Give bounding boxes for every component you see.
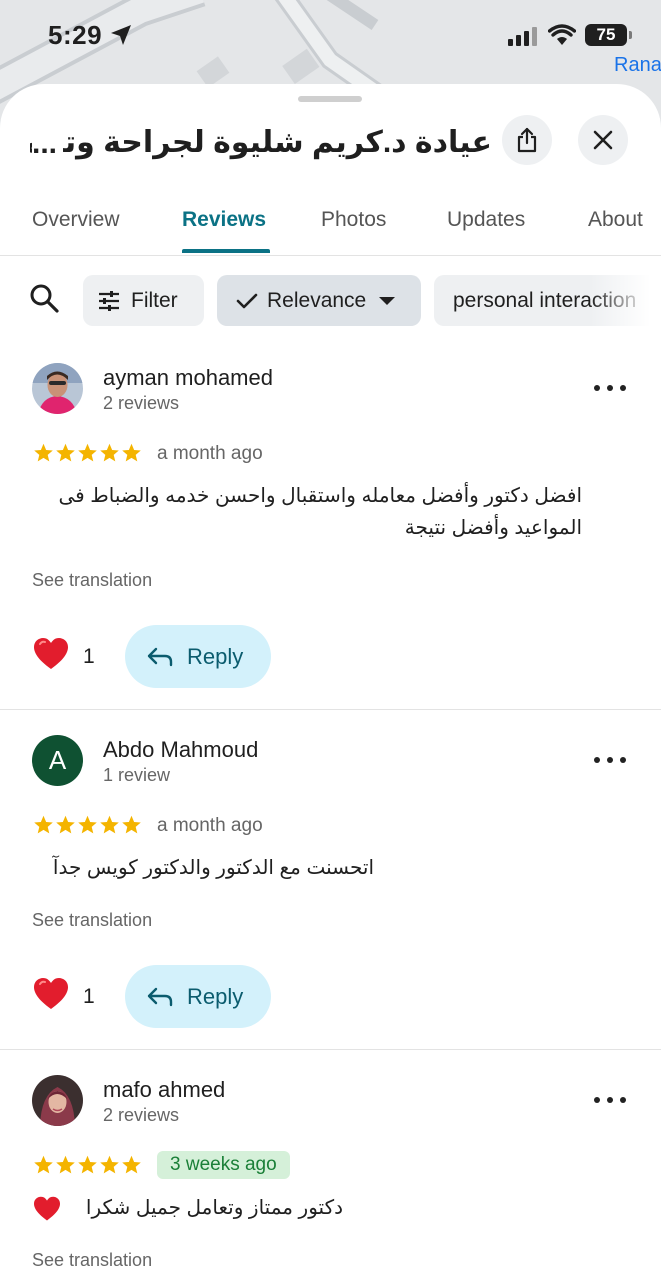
- sliders-icon: [99, 290, 119, 311]
- avatar[interactable]: [32, 1075, 83, 1126]
- filter-chip-label: Filter: [131, 288, 178, 312]
- review-text: دكتور ممتاز وتعامل جميل شكرا: [85, 1197, 343, 1219]
- star-icon: [122, 1155, 141, 1174]
- filter-chip[interactable]: Filter: [83, 275, 204, 326]
- star-rating: [33, 814, 142, 835]
- place-sheet: عيادة د.كريم شليوة لجراحة وتجميل الأنف .…: [0, 84, 661, 1280]
- see-translation-link[interactable]: See translation: [32, 1250, 152, 1271]
- chevron-down-icon: [379, 296, 396, 305]
- chip-row-fade: [590, 270, 661, 330]
- heart-icon[interactable]: [33, 977, 69, 1016]
- star-icon: [100, 815, 119, 834]
- review-text: افضل دكتور وأفضل معامله واستقبال واحسن خ…: [58, 485, 582, 539]
- reviewer-name[interactable]: ayman mohamed: [103, 365, 273, 391]
- check-icon: [236, 293, 258, 308]
- more-options-button[interactable]: [594, 378, 626, 398]
- star-icon: [122, 815, 141, 834]
- reply-arrow-icon: [147, 647, 173, 666]
- close-button[interactable]: [578, 115, 628, 165]
- search-reviews-icon[interactable]: [28, 282, 60, 319]
- share-icon: [517, 127, 537, 153]
- tab-overview[interactable]: Overview: [32, 208, 120, 232]
- like-count: 1: [83, 645, 95, 668]
- heart-icon[interactable]: [33, 637, 69, 676]
- avatar[interactable]: [32, 363, 83, 414]
- star-icon: [34, 1155, 53, 1174]
- review-divider: [0, 709, 661, 710]
- star-icon: [34, 443, 53, 462]
- share-button[interactable]: [502, 115, 552, 165]
- reviewer-review-count: 1 review: [103, 765, 171, 785]
- location-arrow-icon: [109, 23, 133, 52]
- battery-icon: 75: [585, 24, 632, 46]
- more-options-button[interactable]: [594, 750, 626, 770]
- tab-about[interactable]: About: [588, 208, 643, 232]
- review-date: a month ago: [157, 443, 263, 464]
- star-icon: [100, 443, 119, 462]
- tab-photos[interactable]: Photos: [321, 208, 386, 232]
- star-icon: [56, 815, 75, 834]
- reply-label: Reply: [187, 983, 244, 1009]
- like-count: 1: [83, 985, 95, 1008]
- star-rating: [33, 442, 142, 463]
- tab-bar: Overview Reviews Photos Updates About: [0, 190, 661, 256]
- reply-label: Reply: [187, 643, 244, 669]
- title-ellipsis: ...: [32, 124, 64, 164]
- sheet-drag-handle[interactable]: [298, 96, 362, 102]
- close-icon: [593, 130, 613, 150]
- see-translation-link[interactable]: See translation: [32, 910, 152, 931]
- reviewer-name[interactable]: mafo ahmed: [103, 1077, 225, 1103]
- star-icon: [56, 443, 75, 462]
- status-bar: 5:29 75: [0, 0, 661, 72]
- reviewer-name[interactable]: Abdo Mahmoud: [103, 737, 258, 763]
- review-text: اتحسنت مع الدكتور والدكتور كويس جدآ: [52, 857, 374, 879]
- sort-chip-label: Relevance: [267, 288, 367, 312]
- status-time: 5:29: [48, 20, 103, 50]
- sort-relevance-chip[interactable]: Relevance: [217, 275, 421, 326]
- reply-arrow-icon: [147, 987, 173, 1006]
- wifi-icon: [547, 24, 577, 51]
- star-rating: [33, 1154, 142, 1175]
- reviewer-review-count: 2 reviews: [103, 1105, 180, 1125]
- heart-emoji-icon: [33, 1196, 61, 1227]
- review-date: a month ago: [157, 815, 263, 836]
- reviewer-review-count: 2 reviews: [103, 393, 180, 413]
- star-icon: [100, 1155, 119, 1174]
- avatar[interactable]: A: [32, 735, 83, 786]
- active-tab-indicator: [182, 249, 270, 253]
- star-icon: [34, 815, 53, 834]
- star-icon: [122, 443, 141, 462]
- star-icon: [78, 815, 97, 834]
- star-icon: [78, 443, 97, 462]
- more-options-button[interactable]: [594, 1090, 626, 1110]
- tab-reviews[interactable]: Reviews: [182, 208, 266, 232]
- star-icon: [56, 1155, 75, 1174]
- star-icon: [78, 1155, 97, 1174]
- review-date-new-badge: 3 weeks ago: [157, 1151, 290, 1179]
- reply-button[interactable]: Reply: [125, 965, 271, 1028]
- reply-button[interactable]: Reply: [125, 625, 271, 688]
- place-title: عيادة د.كريم شليوة لجراحة وتجميل الأنف: [30, 126, 492, 159]
- review-divider: [0, 1049, 661, 1050]
- cellular-signal-icon: [508, 26, 540, 51]
- see-translation-link[interactable]: See translation: [32, 570, 152, 591]
- tab-updates[interactable]: Updates: [447, 208, 525, 232]
